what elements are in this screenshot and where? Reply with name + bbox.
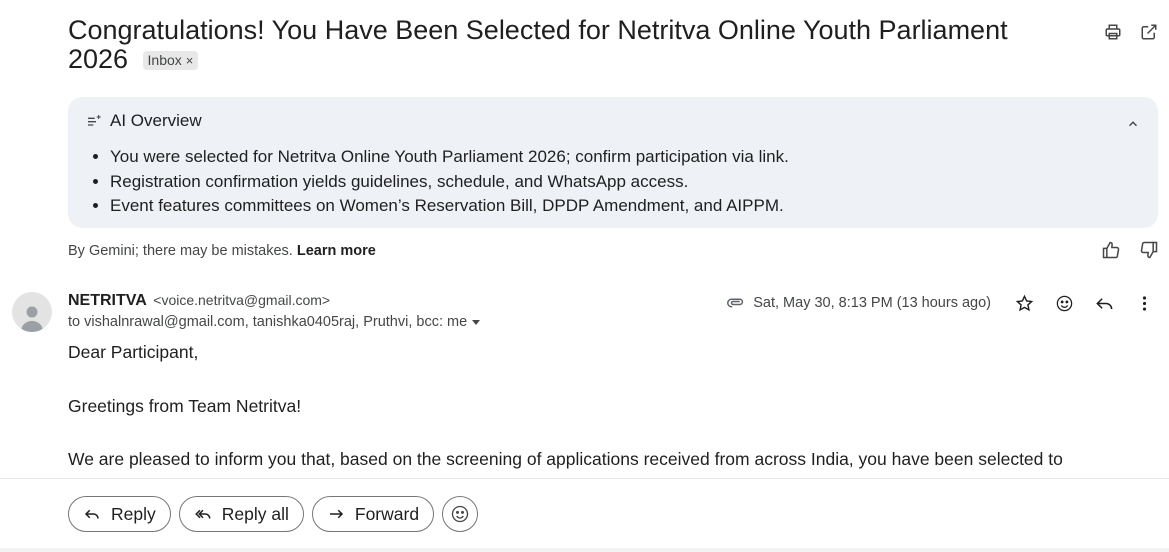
more-options-button[interactable]	[1131, 290, 1157, 316]
forward-label: Forward	[354, 503, 420, 524]
print-button[interactable]	[1103, 22, 1123, 42]
open-in-new-window-icon	[1141, 24, 1157, 40]
avatar[interactable]	[12, 292, 52, 332]
thumbs-down-icon	[1140, 241, 1158, 259]
ai-overview-bullet: Event features committees on Women’s Res…	[110, 194, 789, 219]
recipients-line: to vishalnrawal@gmail.com, tanishka0405r…	[68, 314, 481, 330]
sparkle-list-icon	[88, 115, 101, 126]
ai-overview-list: You were selected for Netritva Online Yo…	[110, 145, 789, 219]
top-toolbar	[1103, 22, 1159, 42]
disclaimer-text: By Gemini; there may be mistakes.	[68, 243, 293, 259]
body-paragraph: Dear Participant,	[68, 342, 199, 362]
footer-bottom-strip	[0, 548, 1169, 552]
star-button[interactable]	[1011, 290, 1037, 316]
add-reaction-icon	[451, 505, 469, 523]
star-icon	[1015, 294, 1033, 311]
emoji-reaction-button[interactable]	[442, 496, 479, 532]
reply-label: Reply	[111, 503, 156, 524]
caret-down-icon[interactable]	[471, 317, 481, 327]
more-vert-icon	[1142, 295, 1146, 311]
recipients-text: to vishalnrawal@gmail.com, tanishka0405r…	[68, 314, 468, 330]
thumbs-up-icon	[1102, 241, 1120, 259]
message-meta: Sat, May 30, 8:13 PM (13 hours ago)	[727, 290, 1157, 316]
forward-button[interactable]: Forward	[311, 496, 435, 532]
reply-button[interactable]: Reply	[68, 496, 171, 532]
reply-icon	[1095, 297, 1112, 309]
thumbs-up-button[interactable]	[1101, 240, 1121, 260]
learn-more-link[interactable]: Learn more	[297, 243, 376, 259]
reply-actions: Reply Reply all Forward	[68, 496, 479, 532]
chevron-up-icon[interactable]	[1126, 117, 1140, 131]
print-icon	[1105, 24, 1121, 40]
sender-line: NETRITVA <voice.netritva@gmail.com>	[68, 292, 330, 310]
subject-row: Congratulations! You Have Been Selected …	[68, 16, 1068, 74]
ai-overview-panel: AI Overview You were selected for Netrit…	[68, 97, 1158, 228]
add-reaction-icon	[1056, 295, 1072, 311]
body-paragraph: We are pleased to inform you that, based…	[68, 449, 1063, 469]
body-paragraph: Greetings from Team Netritva!	[68, 395, 302, 416]
reply-all-label: Reply all	[221, 503, 289, 524]
open-in-new-window-button[interactable]	[1139, 22, 1159, 42]
reply-all-button[interactable]: Reply all	[178, 496, 304, 532]
reply-all-icon	[194, 509, 211, 519]
reply-footer: Reply Reply all Forward	[0, 478, 1169, 552]
inbox-label-chip[interactable]: Inbox ×	[142, 51, 199, 70]
reply-button-header[interactable]	[1091, 290, 1117, 316]
reply-icon	[84, 509, 99, 519]
ai-overview-header[interactable]: AI Overview	[86, 111, 202, 131]
person-icon	[21, 306, 43, 332]
ai-overview-bullet: Registration confirmation yields guideli…	[110, 170, 789, 195]
email-subject: Congratulations! You Have Been Selected …	[68, 15, 1008, 74]
message-date: Sat, May 30, 8:13 PM (13 hours ago)	[753, 295, 991, 311]
sender-name[interactable]: NETRITVA	[68, 292, 147, 309]
thumbs-down-button[interactable]	[1139, 240, 1159, 260]
forward-icon	[329, 509, 343, 519]
ai-feedback	[1101, 240, 1159, 260]
ai-overview-title: AI Overview	[110, 111, 202, 130]
gemini-disclaimer: By Gemini; there may be mistakes. Learn …	[68, 243, 376, 259]
ai-overview-bullet: You were selected for Netritva Online Yo…	[110, 145, 789, 170]
paperclip-icon	[727, 298, 744, 308]
sender-email: <voice.netritva@gmail.com>	[153, 292, 331, 308]
remove-label-button[interactable]: ×	[186, 53, 194, 68]
add-reaction-button[interactable]	[1051, 290, 1077, 316]
inbox-label-text: Inbox	[147, 52, 182, 68]
